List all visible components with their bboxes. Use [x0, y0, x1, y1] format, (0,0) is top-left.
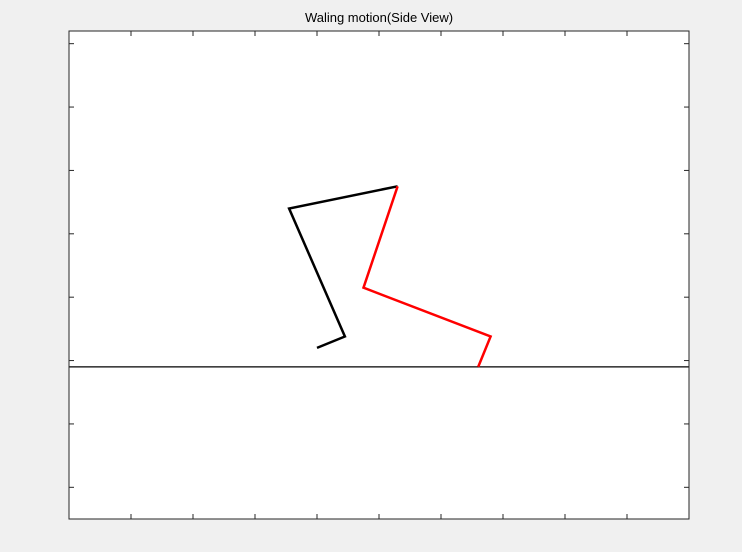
axes-background: [69, 31, 689, 519]
figure-window: Waling motion(Side View): [0, 0, 742, 552]
plot-canvas: [68, 30, 690, 520]
